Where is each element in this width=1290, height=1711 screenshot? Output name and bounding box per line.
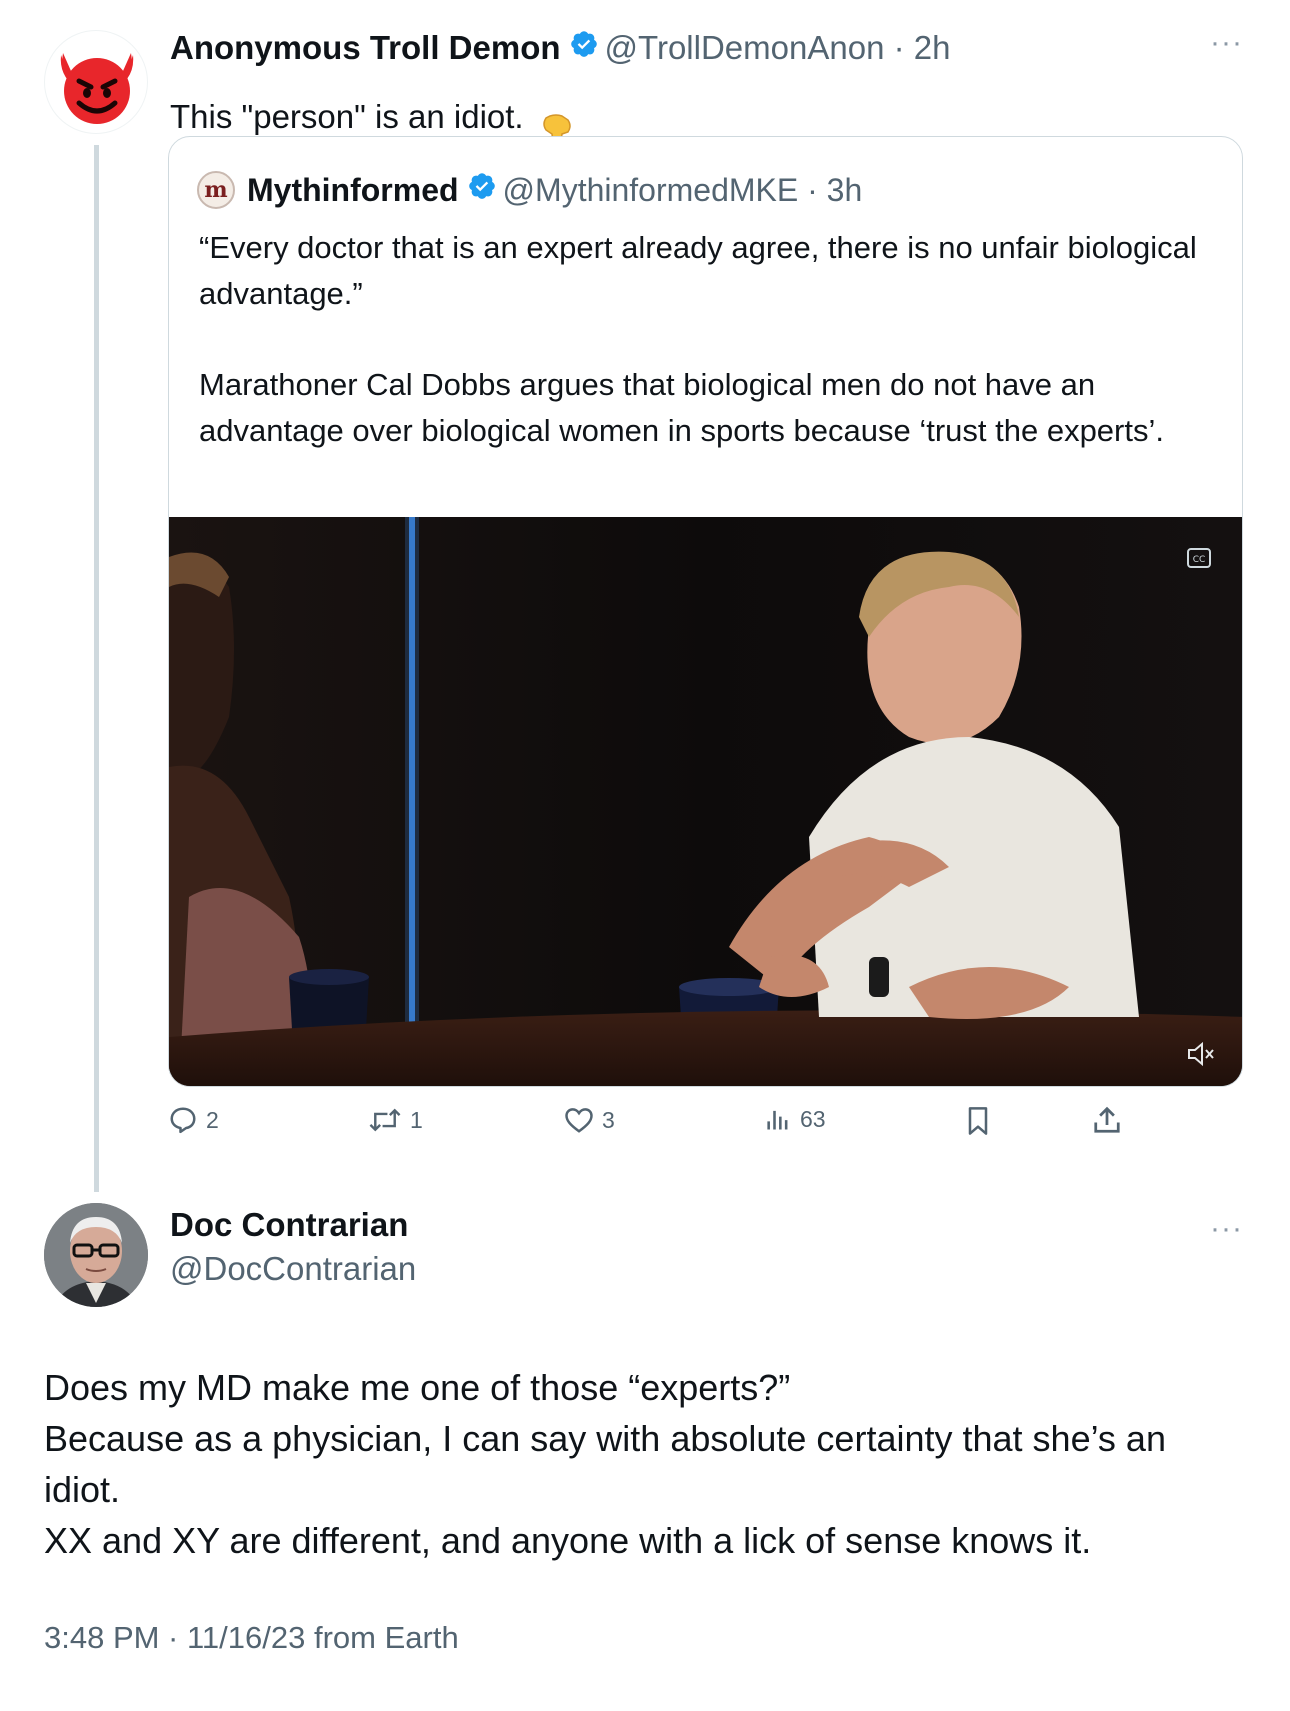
elderly-man-portrait-icon [44,1203,148,1307]
quoted-author-handle[interactable]: @MythinformedMKE [503,172,799,209]
speaker-muted-icon[interactable] [1186,1041,1216,1072]
reply-line-2: Because as a physician, I can say with a… [44,1418,1166,1510]
quoted-tweet-card[interactable]: m Mythinformed @MythinformedMKE · 3h “Ev… [168,136,1243,1087]
separator-dot: · [884,29,914,66]
reply-line-3: XX and XY are different, and anyone with… [44,1520,1092,1561]
captions-icon[interactable]: CC [1186,547,1212,574]
tweet-action-bar: 2 1 3 63 [168,1105,1148,1145]
reply-icon [170,1107,196,1134]
heart-icon [565,1108,593,1133]
quoted-separator-dot: · [798,171,827,208]
quoted-verified-badge-icon [467,171,497,209]
reply-author-display-name[interactable]: Doc Contrarian [170,1206,408,1244]
share-button[interactable] [1092,1105,1122,1135]
author-display-name[interactable]: Anonymous Troll Demon [170,29,561,67]
author-handle[interactable]: @TrollDemonAnon [605,29,885,67]
tweet-time[interactable]: 2h [914,29,951,67]
reply-more-icon[interactable]: ··· [1210,1214,1243,1244]
troll-demon-avatar[interactable] [44,30,148,134]
reply-timestamp[interactable]: 3:48 PM · 11/16/23 from Earth [44,1620,459,1656]
main-tweet-more-icon[interactable]: ··· [1210,28,1243,58]
like-button[interactable]: 3 [564,1105,615,1135]
mythinformed-avatar[interactable]: m [197,171,235,209]
mythinformed-avatar-letter: m [204,177,228,203]
like-count: 3 [602,1106,615,1133]
reply-button[interactable]: 2 [168,1105,219,1135]
thread-connector-line [94,145,99,1192]
bookmark-icon [968,1107,988,1135]
quoted-tweet-paragraph-2: Marathoner Cal Dobbs argues that biologi… [199,367,1164,448]
video-frame-illustration [169,517,1242,1086]
quoted-author-display-name[interactable]: Mythinformed [247,172,459,209]
quoted-tweet-time[interactable]: 3h [827,172,863,209]
verified-badge-icon [569,29,599,67]
quoted-tweet-video[interactable]: CC [169,517,1242,1086]
reply-author-handle[interactable]: @DocContrarian [170,1250,416,1288]
doc-contrarian-avatar[interactable] [44,1203,148,1307]
bookmark-button[interactable] [964,1105,992,1137]
smiling-devil-emoji-icon [60,53,134,124]
main-tweet-header: Anonymous Troll Demon @TrollDemonAnon · … [170,25,950,71]
quoted-tweet-header: Mythinformed @MythinformedMKE · 3h [247,167,862,213]
analytics-icon [767,1110,788,1130]
svg-text:CC: CC [1193,555,1206,565]
views-count: 63 [800,1105,826,1132]
reply-count: 2 [206,1106,219,1133]
repost-count: 1 [410,1106,423,1133]
quoted-tweet-paragraph-1: “Every doctor that is an expert already … [199,230,1197,311]
share-icon [1094,1106,1120,1133]
repost-icon [369,1108,401,1132]
repost-button[interactable]: 1 [368,1105,423,1135]
reply-body: Does my MD make me one of those “experts… [44,1362,1244,1566]
main-tweet-text: This "person" is an idiot. [170,98,524,135]
reply-line-1: Does my MD make me one of those “experts… [44,1367,791,1408]
views-button[interactable]: 63 [764,1105,826,1133]
